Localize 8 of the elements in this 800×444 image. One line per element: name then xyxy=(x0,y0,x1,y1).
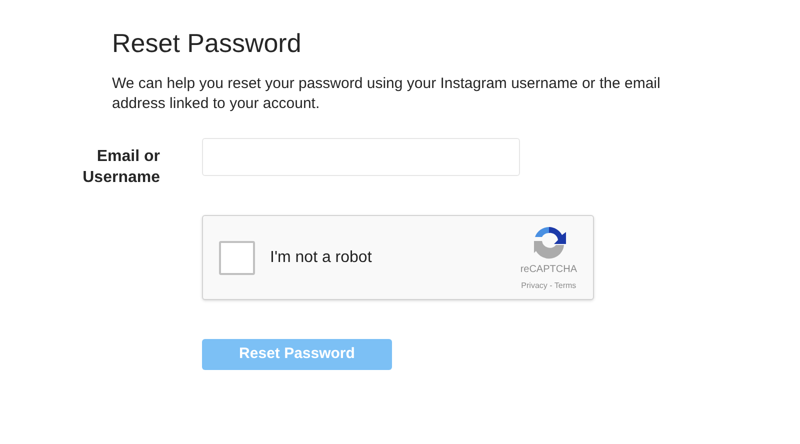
description-text: We can help you reset your password using your Instagram username or the email address linked to your account. xyxy=(112,74,662,114)
brand-label: reCAPTCHA xyxy=(520,263,577,277)
field-label: Email or Username xyxy=(82,147,160,188)
page-title: Reset Password xyxy=(112,27,302,60)
input-field[interactable] xyxy=(202,138,520,176)
privacy-terms-link[interactable]: Privacy - Terms xyxy=(521,280,576,292)
captcha-label: I'm not a robot xyxy=(270,248,372,268)
checkbox[interactable] xyxy=(219,240,255,274)
